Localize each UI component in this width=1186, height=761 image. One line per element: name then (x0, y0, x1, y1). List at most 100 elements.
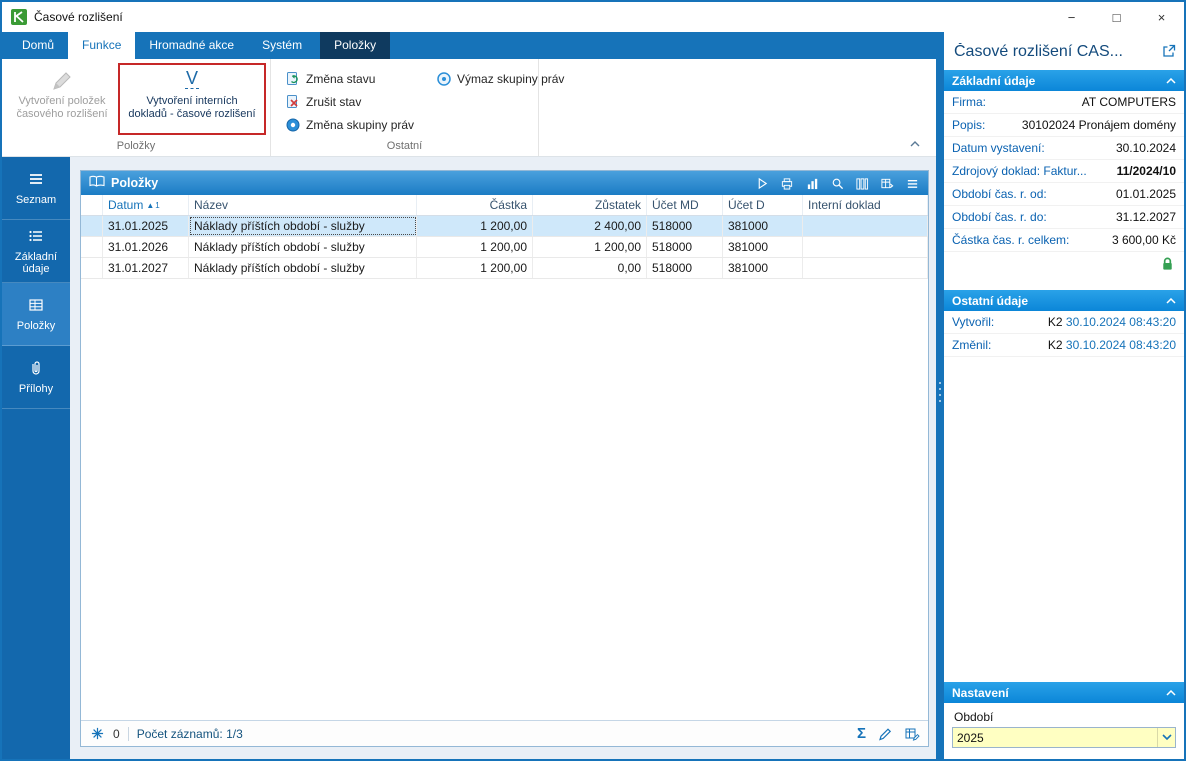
column-header-ucet-md[interactable]: Účet MD (647, 195, 723, 215)
field-castka-celkem: Částka čas. r. celkem: 3 600,00 Kč (944, 229, 1184, 252)
cell-nazev[interactable]: Náklady příštích období - služby (189, 258, 417, 278)
create-items-button: Vytvoření položek časového rozlišení (6, 63, 118, 135)
column-header-ucet-d[interactable]: Účet D (723, 195, 803, 215)
tab-domu[interactable]: Domů (8, 32, 68, 59)
sidebar-item-prilohy-label: Přílohy (18, 382, 54, 395)
splitter-grip[interactable] (939, 382, 941, 402)
column-header-selector[interactable] (81, 195, 103, 215)
cell-castka[interactable]: 1 200,00 (417, 216, 533, 236)
content-area: Položky Datum ▲ 1 Název Částka Zůstatek … (70, 157, 936, 759)
field-value: 30.10.2024 (1115, 141, 1176, 155)
paperclip-icon (27, 360, 45, 379)
open-external-icon[interactable] (1162, 44, 1176, 61)
field-user: K2 (1047, 315, 1063, 329)
section-header-nastaveni[interactable]: Nastavení (944, 682, 1184, 703)
sidebar-item-zakladni-udaje-label: Základní údaje (14, 250, 58, 275)
sum-icon[interactable]: Σ (857, 726, 866, 741)
field-label: Částka čas. r. celkem: (952, 233, 1070, 247)
cell-nazev[interactable]: Náklady příštích období - služby (189, 216, 417, 236)
cell-ucet-d[interactable]: 381000 (723, 216, 803, 236)
menu-icon (27, 171, 45, 190)
window-controls: − □ × (1049, 2, 1184, 32)
columns-icon[interactable] (854, 176, 870, 191)
cell-datum[interactable]: 31.01.2027 (103, 258, 189, 278)
cell-datum[interactable]: 31.01.2026 (103, 237, 189, 257)
flag-asterisk-icon[interactable] (89, 726, 105, 742)
search-icon[interactable] (829, 176, 845, 191)
run-icon[interactable] (754, 176, 770, 191)
period-combobox[interactable] (952, 727, 1176, 748)
column-header-interni-doklad[interactable]: Interní doklad (803, 195, 928, 215)
period-label: Období (954, 710, 994, 724)
section-header-ostatni-udaje[interactable]: Ostatní údaje (944, 290, 1184, 311)
field-zdrojovy-doklad[interactable]: Zdrojový doklad: Faktur... 11/2024/10 (944, 160, 1184, 183)
cell-nazev[interactable]: Náklady příštích období - služby (189, 237, 417, 257)
cell-zustatek[interactable]: 2 400,00 (533, 216, 647, 236)
group-label-ostatni: Ostatní (386, 140, 423, 152)
section-header-zakladni-udaje[interactable]: Základní údaje (944, 70, 1184, 91)
titlebar: Časové rozlišení − □ × (2, 2, 1184, 32)
ribbon-collapse-button[interactable] (906, 137, 924, 151)
menu-icon[interactable] (904, 176, 920, 191)
grid-edit-icon[interactable] (904, 726, 920, 742)
period-input[interactable] (953, 730, 1157, 745)
tab-system[interactable]: Systém (248, 32, 316, 59)
field-user: K2 (1047, 338, 1063, 352)
maximize-button[interactable]: □ (1094, 2, 1139, 32)
cell-interni-doklad[interactable] (803, 237, 928, 257)
row-selector[interactable] (81, 237, 103, 257)
side-nav: Seznam Základní údaje Položky Přílohy (2, 157, 70, 759)
cell-ucet-d[interactable]: 381000 (723, 258, 803, 278)
sidebar-item-zakladni-udaje[interactable]: Základní údaje (2, 220, 70, 283)
close-button[interactable]: × (1139, 2, 1184, 32)
section-title: Ostatní údaje (952, 293, 1029, 308)
sidebar-item-polozky[interactable]: Položky (2, 283, 70, 346)
table-row[interactable]: 31.01.2026 Náklady příštích období - slu… (81, 237, 928, 258)
tab-polozky[interactable]: Položky (320, 32, 391, 59)
tab-hromadne-akce[interactable]: Hromadné akce (135, 32, 248, 59)
cell-zustatek[interactable]: 1 200,00 (533, 237, 647, 257)
cell-interni-doklad[interactable] (803, 216, 928, 236)
row-selector[interactable] (81, 258, 103, 278)
cell-castka[interactable]: 1 200,00 (417, 258, 533, 278)
cell-ucet-md[interactable]: 518000 (647, 237, 723, 257)
column-header-zustatek[interactable]: Zůstatek (533, 195, 647, 215)
ribbon-tab-bar: Domů Funkce Hromadné akce Systém Položky (2, 32, 936, 59)
zmena-skupiny-prav-icon (285, 117, 301, 133)
cell-ucet-md[interactable]: 518000 (647, 258, 723, 278)
create-internal-docs-button[interactable]: V Vytvoření interních dokladů - časové r… (118, 63, 266, 135)
cell-ucet-d[interactable]: 381000 (723, 237, 803, 257)
vymaz-skupiny-prav-button[interactable]: Výmaz skupiny práv (432, 67, 568, 90)
table-export-icon[interactable] (879, 176, 895, 191)
cell-castka[interactable]: 1 200,00 (417, 237, 533, 257)
cell-datum[interactable]: 31.01.2025 (103, 216, 189, 236)
field-value: 3 600,00 Kč (1111, 233, 1176, 247)
cell-interni-doklad[interactable] (803, 258, 928, 278)
zmena-skupiny-prav-button[interactable]: Změna skupiny práv (281, 113, 418, 136)
column-header-nazev[interactable]: Název (189, 195, 417, 215)
panel-splitter[interactable] (936, 32, 944, 759)
create-docs-label-line2: dokladů - časové rozlišení (128, 108, 256, 120)
cell-zustatek[interactable]: 0,00 (533, 258, 647, 278)
detail-title-row: Časové rozlišení CAS... (944, 32, 1184, 70)
column-header-datum[interactable]: Datum ▲ 1 (103, 195, 189, 215)
chevron-down-icon[interactable] (1157, 728, 1175, 747)
column-header-castka[interactable]: Částka (417, 195, 533, 215)
table-row[interactable]: 31.01.2025 Náklady příštích období - slu… (81, 216, 928, 237)
field-value: AT COMPUTERS (1081, 95, 1176, 109)
cell-ucet-md[interactable]: 518000 (647, 216, 723, 236)
minimize-button[interactable]: − (1049, 2, 1094, 32)
sidebar-item-seznam-label: Seznam (15, 193, 57, 206)
detail-panel: Časové rozlišení CAS... Základní údaje F… (944, 32, 1184, 759)
row-selector[interactable] (81, 216, 103, 236)
tab-funkce[interactable]: Funkce (68, 32, 136, 59)
sidebar-item-seznam[interactable]: Seznam (2, 157, 70, 220)
print-icon[interactable] (779, 176, 795, 191)
zrusit-stav-button[interactable]: Zrušit stav (281, 90, 418, 113)
chart-icon[interactable] (804, 176, 820, 191)
field-value: 11/2024/10 (1116, 164, 1176, 178)
sidebar-item-prilohy[interactable]: Přílohy (2, 346, 70, 409)
zmena-stavu-button[interactable]: Změna stavu (281, 67, 418, 90)
edit-pencil-icon[interactable] (877, 726, 893, 742)
table-row[interactable]: 31.01.2027 Náklady příštích období - slu… (81, 258, 928, 279)
